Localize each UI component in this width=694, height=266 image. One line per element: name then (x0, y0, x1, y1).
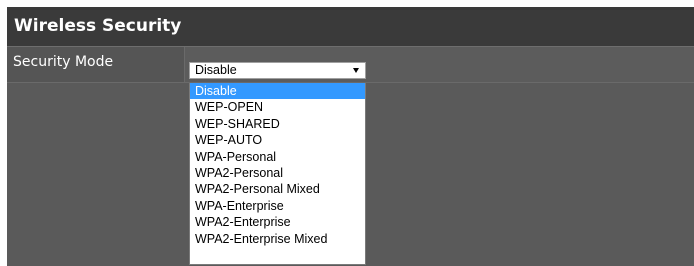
security-mode-row: Security Mode Disable (7, 47, 694, 83)
option-wpa2-enterprise-mixed[interactable]: WPA2-Enterprise Mixed (190, 231, 365, 247)
option-wep-auto[interactable]: WEP-AUTO (190, 132, 365, 148)
option-wpa2-enterprise[interactable]: WPA2-Enterprise (190, 214, 365, 230)
page-frame: Wireless Security Security Mode Disable … (0, 0, 694, 266)
chevron-down-icon (353, 68, 359, 73)
security-mode-options-list: Disable WEP-OPEN WEP-SHARED WEP-AUTO WPA… (189, 83, 366, 265)
panel-title: Wireless Security (14, 16, 182, 36)
security-mode-selected-value: Disable (195, 63, 237, 77)
option-wpa2-personal-mixed[interactable]: WPA2-Personal Mixed (190, 181, 365, 197)
option-wpa-enterprise[interactable]: WPA-Enterprise (190, 198, 365, 214)
option-wep-open[interactable]: WEP-OPEN (190, 99, 365, 115)
security-mode-label-cell: Security Mode (7, 47, 185, 82)
security-mode-label: Security Mode (13, 54, 114, 70)
panel-header: Wireless Security (7, 7, 694, 47)
security-mode-select[interactable]: Disable (189, 62, 366, 79)
option-disable[interactable]: Disable (190, 83, 365, 100)
option-wpa-personal[interactable]: WPA-Personal (190, 149, 365, 165)
option-wpa2-personal[interactable]: WPA2-Personal (190, 165, 365, 181)
option-wep-shared[interactable]: WEP-SHARED (190, 116, 365, 132)
